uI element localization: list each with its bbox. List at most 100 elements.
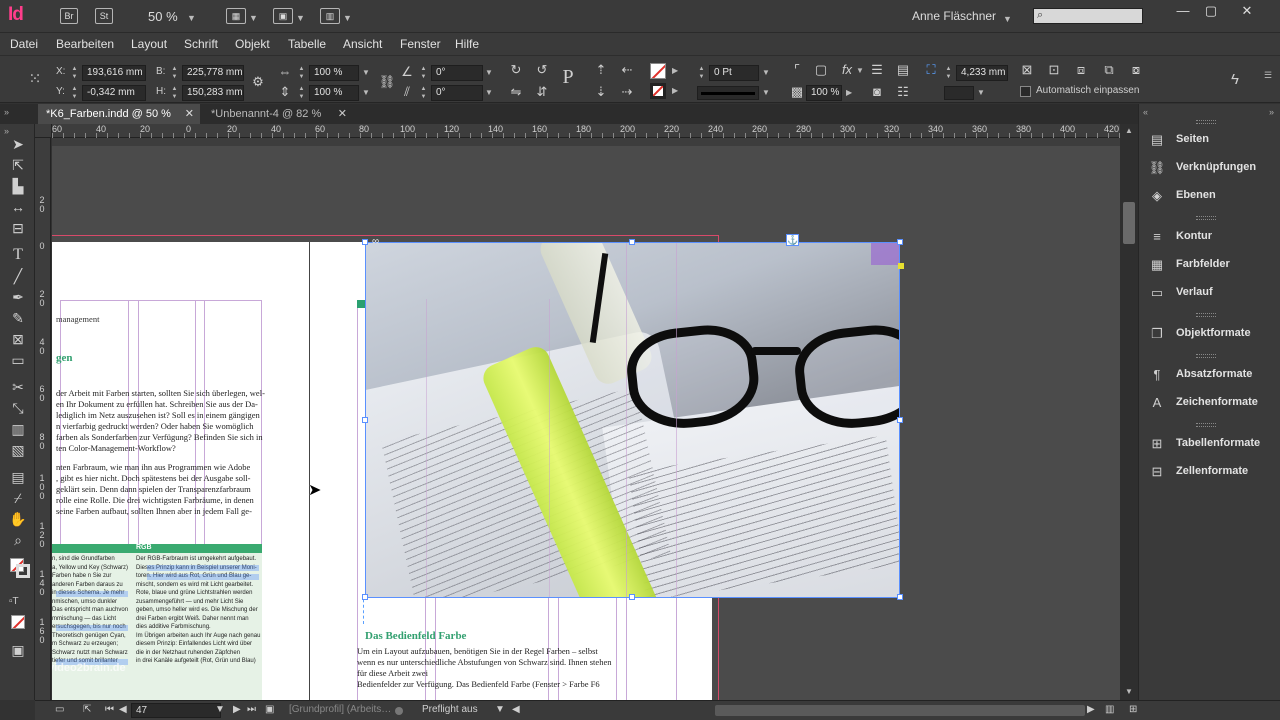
align-stroke-dropdown-icon[interactable]: ▼ (977, 88, 985, 97)
panel-seiten[interactable]: ▤ Seiten (1148, 126, 1278, 154)
open-page-icon[interactable]: ▭ (55, 704, 64, 715)
paragraph-bedienfeld[interactable]: Um ein Layout aufzubauen, benötigen Sie … (357, 646, 611, 690)
frame-fitting-icon[interactable]: ⛶ (922, 61, 940, 79)
zoom-level[interactable]: 50 % (148, 9, 178, 24)
page-tool-icon[interactable]: ▙ (8, 176, 28, 196)
select-next-icon[interactable]: ⇢ (618, 83, 636, 101)
panel-group-grip[interactable] (1196, 313, 1216, 317)
type-tool-icon[interactable]: T (8, 245, 28, 265)
center-content-icon[interactable]: ⧇ (1127, 61, 1145, 79)
heading-bedienfeld-farbe[interactable]: Das Bedienfeld Farbe (365, 630, 466, 642)
menu-datei[interactable]: Datei (10, 37, 38, 51)
link-chain-icon[interactable]: ∞ (372, 237, 388, 247)
x-spinner-icon[interactable]: ▲ ▼ (70, 65, 79, 81)
horizontal-scroll-thumb[interactable] (715, 705, 1085, 716)
hand-tool-icon[interactable]: ✋ (8, 509, 28, 529)
eyedropper-tool-icon[interactable]: ⌿ (8, 488, 28, 508)
info-box[interactable]: RGB n, sind die Grundfarben a, Yellow un… (52, 544, 262, 700)
shear-field[interactable]: 0° (431, 85, 483, 101)
next-page-icon[interactable]: ▶ (233, 704, 241, 715)
paragraph-farbraum[interactable]: nten Farbraum, wie man ihn aus Programme… (56, 462, 254, 517)
preflight-profile[interactable]: [Grundprofil] (Arbeits… (289, 704, 391, 715)
panel-verlauf[interactable]: ▭ Verlauf (1148, 279, 1278, 307)
last-page-icon[interactable]: ⏭ (247, 704, 256, 715)
corner-options-icon[interactable]: ⌜ (788, 61, 806, 79)
heading-farben[interactable]: gen (56, 352, 73, 364)
view-options-icon[interactable]: ▦ (226, 8, 246, 24)
shear-spinner-icon[interactable]: ▲ ▼ (419, 85, 428, 101)
resize-handle-w[interactable] (362, 417, 368, 423)
resize-handle-se[interactable] (897, 594, 903, 600)
menu-bearbeiten[interactable]: Bearbeiten (56, 37, 114, 51)
drop-shadow-icon[interactable]: ▢ (812, 61, 830, 79)
user-dropdown-icon[interactable]: ▼ (1003, 14, 1012, 24)
text-wrap-none-icon[interactable]: ☰ (868, 61, 886, 79)
stroke-type-dropdown-icon[interactable]: ▼ (762, 88, 770, 97)
panel-group-grip[interactable] (1196, 354, 1216, 358)
export-icon[interactable]: ⇱ (83, 704, 91, 715)
tab-unbenannt-4[interactable]: *Unbenannt-4 @ 82 % ✕ (203, 104, 353, 124)
opacity-dropdown-icon[interactable]: ▶ (846, 88, 852, 97)
panel-menu-icon[interactable]: ☰ (1264, 70, 1272, 81)
y-position-field[interactable]: -0,342 mm (82, 85, 146, 101)
panel-objektformate[interactable]: ❐ Objektformate (1148, 320, 1278, 348)
document-canvas[interactable]: management gen der Arbeit mit Farben sta… (52, 138, 1120, 700)
horizontal-ruler[interactable]: 60 40 20 0 20 40 60 80 100 120 140 160 1… (52, 124, 1138, 138)
arrange-dropdown-icon[interactable]: ▼ (343, 13, 352, 23)
first-page-icon[interactable]: ⏮ (105, 704, 114, 715)
panel-group-grip[interactable] (1196, 120, 1216, 124)
fill-none-swatch-icon[interactable] (650, 63, 666, 79)
rotate-cw-icon[interactable]: ↻ (507, 61, 525, 79)
opacity-field[interactable]: 100 % (806, 85, 842, 101)
stroke-color-icon[interactable] (16, 564, 30, 578)
panel-ebenen[interactable]: ◈ Ebenen (1148, 182, 1278, 210)
vertical-ruler[interactable]: 20 0 20 40 60 80 100 120 140 160 (35, 138, 51, 700)
panel-group-grip[interactable] (1196, 423, 1216, 427)
menu-tabelle[interactable]: Tabelle (288, 37, 326, 51)
height-field[interactable]: 150,283 mm (182, 85, 244, 101)
placed-image-frame[interactable] (365, 242, 900, 598)
offset-field[interactable]: 4,233 mm (956, 65, 1008, 81)
panel-zeichenformate[interactable]: A Zeichenformate (1148, 389, 1278, 417)
resize-handle-sw[interactable] (362, 594, 368, 600)
line-tool-icon[interactable]: ╱ (8, 266, 28, 286)
arrange-documents-icon[interactable]: ▥ (320, 8, 340, 24)
text-wrap-bbox-icon[interactable]: ▤ (894, 61, 912, 79)
pen-tool-icon[interactable]: ✒ (8, 287, 28, 307)
height-spinner-icon[interactable]: ▲ ▼ (170, 85, 179, 101)
stroke-weight-spinner-icon[interactable]: ▲ ▼ (697, 65, 706, 81)
content-collector-icon[interactable]: ⊟ (8, 218, 28, 238)
shear-dropdown-icon[interactable]: ▼ (485, 88, 493, 97)
collapse-panels-icon[interactable]: » (4, 107, 9, 117)
screen-mode-dropdown-icon[interactable]: ▼ (296, 13, 305, 23)
flip-vertical-icon[interactable]: ⇵ (533, 83, 551, 101)
menu-ansicht[interactable]: Ansicht (343, 37, 382, 51)
panel-verknuepfungen[interactable]: ⛓ Verknüpfungen (1148, 154, 1278, 182)
page-dropdown-icon[interactable]: ▼ (215, 704, 225, 715)
rotation-dropdown-icon[interactable]: ▼ (485, 68, 493, 77)
split-window-icon[interactable]: ▥ (1105, 704, 1114, 715)
panel-tabellenformate[interactable]: ⊞ Tabellenformate (1148, 430, 1278, 458)
pencil-tool-icon[interactable]: ✎ (8, 308, 28, 328)
stroke-type-select[interactable] (697, 86, 759, 100)
direct-selection-tool-icon[interactable]: ⇱ (8, 155, 28, 175)
resize-handle-e[interactable] (897, 417, 903, 423)
previous-page-icon[interactable]: ◀ (119, 704, 127, 715)
menu-objekt[interactable]: Objekt (235, 37, 270, 51)
scale-x-spinner-icon[interactable]: ▲ ▼ (297, 65, 306, 81)
search-input[interactable]: ⌕ (1033, 8, 1143, 24)
fit-content-to-frame-icon[interactable]: ⧉ (1100, 61, 1118, 79)
scale-x-field[interactable]: 100 % (309, 65, 359, 81)
anchor-icon[interactable]: ⚓ (786, 234, 799, 246)
scroll-up-icon[interactable]: ▲ (1125, 126, 1133, 135)
dock-collapse-icon[interactable]: « (1143, 107, 1148, 117)
scissors-tool-icon[interactable]: ✂ (8, 377, 28, 397)
zoom-tool-icon[interactable]: ⌕ (8, 530, 28, 550)
chain-link-icon[interactable]: ⛓ (378, 73, 396, 91)
tab-k6-farben[interactable]: *K6_Farben.indd @ 50 % ✕ (38, 104, 200, 124)
free-transform-tool-icon[interactable]: ⤡ (8, 398, 28, 418)
offset-spinner-icon[interactable]: ▲ ▼ (944, 65, 953, 81)
screen-mode-tool-icon[interactable]: ▣ (8, 640, 28, 660)
bridge-button[interactable]: Br (60, 8, 78, 24)
scroll-left-icon[interactable]: ◀ (512, 704, 520, 715)
